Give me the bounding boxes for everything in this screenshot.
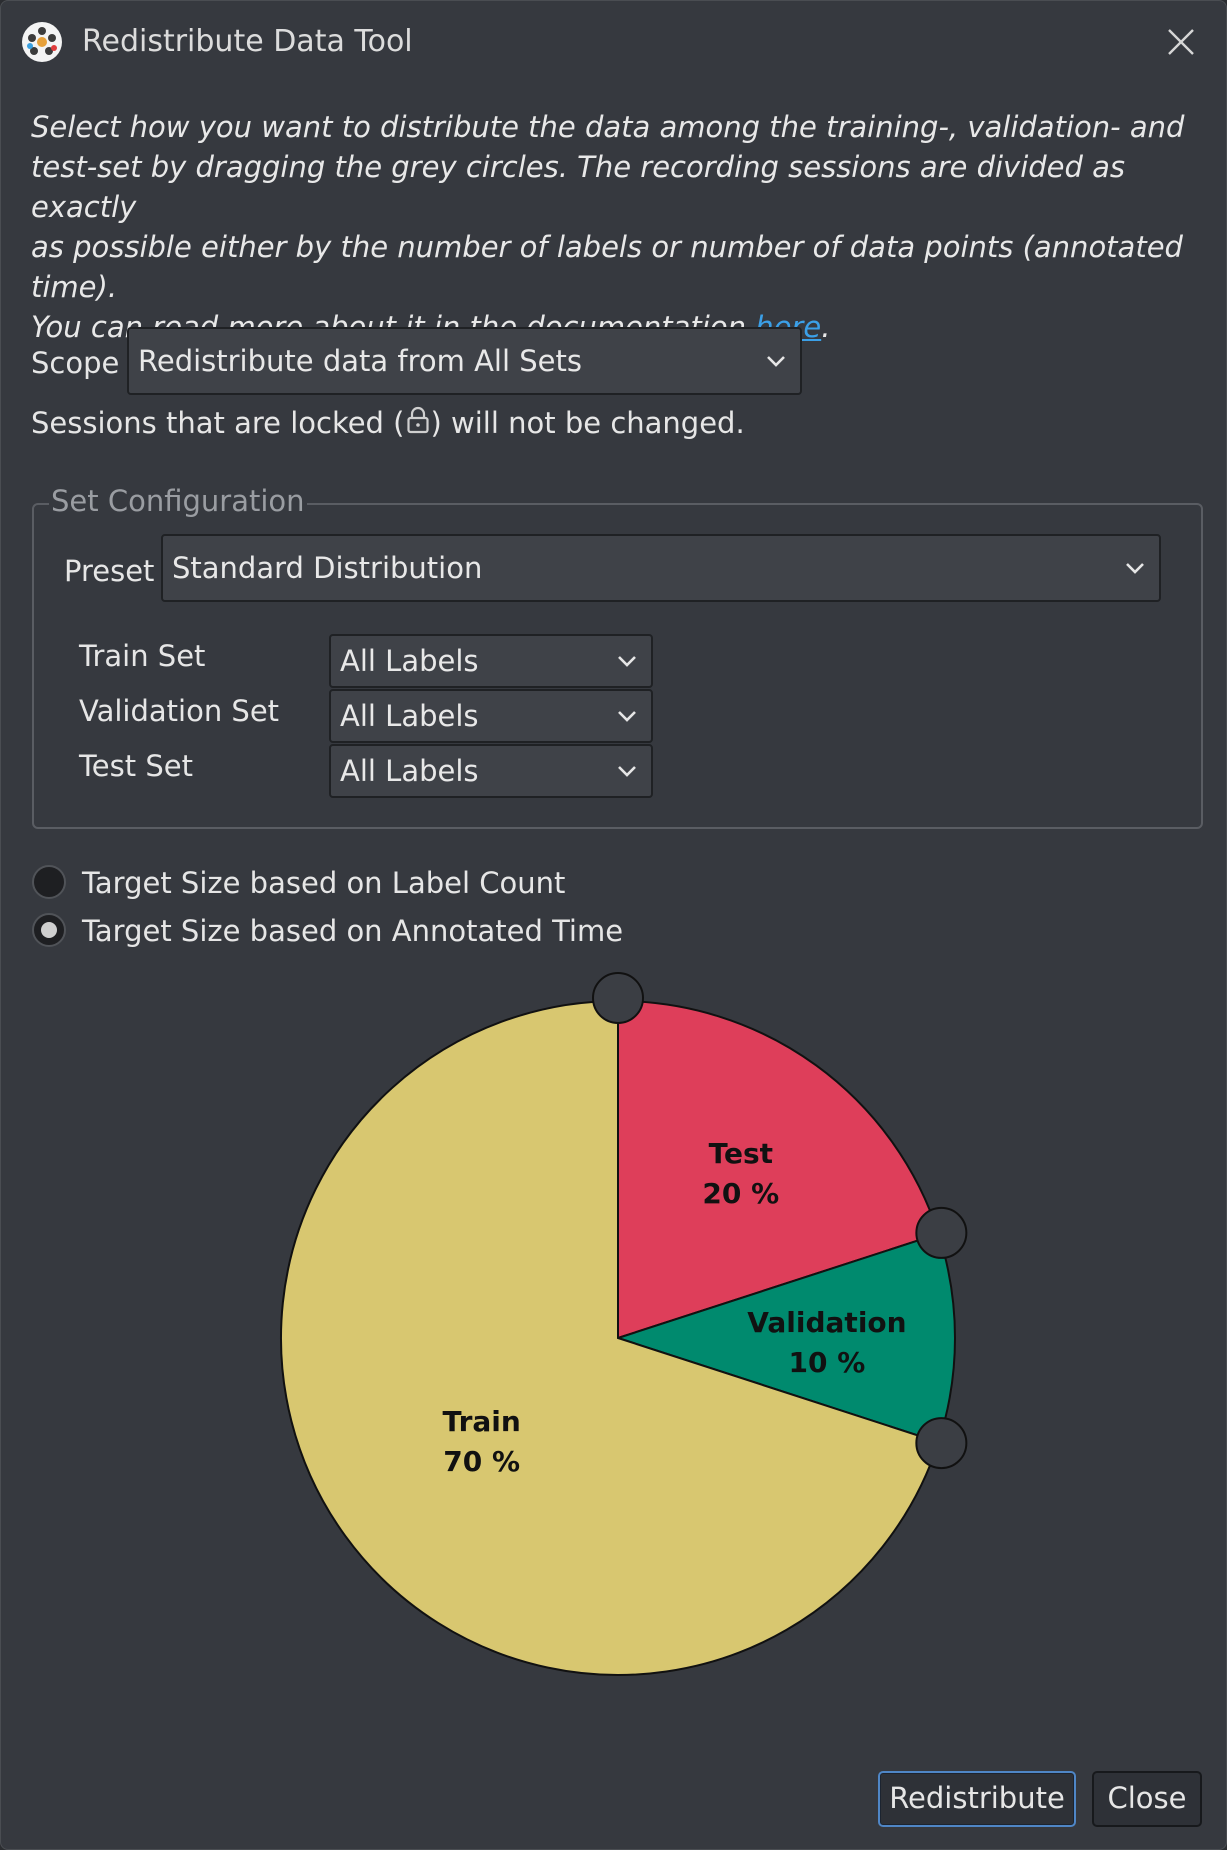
scope-label: Scope: [31, 346, 120, 380]
test-set-dropdown-value: All Labels: [340, 754, 479, 788]
scope-dropdown[interactable]: Redistribute data from All Sets: [127, 327, 802, 395]
validation-set-label: Validation Set: [79, 694, 280, 728]
pie-drag-handle[interactable]: [915, 1206, 968, 1259]
test-set-dropdown[interactable]: All Labels: [329, 744, 653, 798]
train-set-dropdown-value: All Labels: [340, 644, 479, 678]
chevron-down-icon: [618, 656, 636, 667]
validation-set-dropdown[interactable]: All Labels: [329, 689, 653, 743]
window-title: Redistribute Data Tool: [82, 24, 413, 59]
description-line: Select how you want to distribute the da…: [31, 110, 1185, 144]
pie-drag-handle[interactable]: [592, 972, 644, 1024]
redistribute-button[interactable]: Redistribute: [878, 1771, 1076, 1827]
preset-dropdown-value: Standard Distribution: [172, 551, 483, 585]
locked-note-text: Sessions that are locked (: [31, 406, 405, 440]
label-count-radio[interactable]: [32, 865, 66, 899]
distribution-pie-chart[interactable]: Test 20 %Validation 10 %Train 70 %: [1, 961, 1227, 1681]
train-set-label: Train Set: [79, 639, 206, 673]
annotated-time-radio-label[interactable]: Target Size based on Annotated Time: [82, 911, 623, 951]
description-text: Select how you want to distribute the da…: [31, 107, 1191, 347]
train-set-dropdown[interactable]: All Labels: [329, 634, 653, 688]
preset-dropdown[interactable]: Standard Distribution: [161, 534, 1161, 602]
locked-sessions-note: Sessions that are locked ( ) will not be …: [31, 403, 745, 443]
preset-label: Preset: [64, 554, 155, 588]
close-button[interactable]: Close: [1092, 1771, 1202, 1827]
chevron-down-icon: [618, 766, 636, 777]
scope-dropdown-value: Redistribute data from All Sets: [138, 344, 582, 378]
description-line: as possible either by the number of labe…: [31, 230, 1183, 304]
redistribute-dialog: Redistribute Data Tool Select how you wa…: [0, 0, 1227, 1850]
description-line: test-set by dragging the grey circles. T…: [31, 150, 1126, 224]
app-logo-icon: [22, 22, 62, 62]
test-set-label: Test Set: [79, 749, 193, 783]
locked-note-text: ) will not be changed.: [430, 406, 745, 440]
validation-set-dropdown-value: All Labels: [340, 699, 479, 733]
annotated-time-radio[interactable]: [32, 913, 66, 947]
label-count-radio-label[interactable]: Target Size based on Label Count: [82, 863, 565, 903]
chevron-down-icon: [767, 356, 785, 367]
set-configuration-title: Set Configuration: [49, 483, 307, 519]
chevron-down-icon: [618, 711, 636, 722]
close-icon[interactable]: [1164, 25, 1198, 59]
title-bar: Redistribute Data Tool: [1, 1, 1226, 85]
chevron-down-icon: [1126, 563, 1144, 574]
description-period: .: [821, 310, 831, 344]
lock-icon: [406, 406, 429, 434]
pie-drag-handle[interactable]: [915, 1417, 968, 1470]
